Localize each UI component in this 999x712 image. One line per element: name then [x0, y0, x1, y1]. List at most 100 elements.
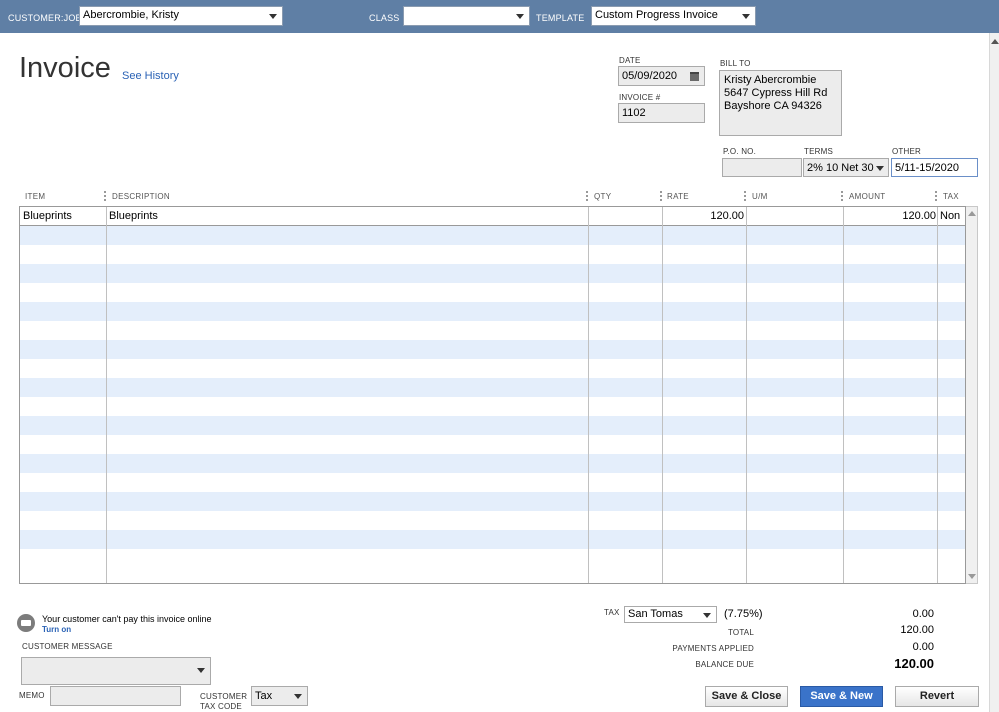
table-row[interactable] — [20, 416, 965, 435]
template-dropdown[interactable]: Custom Progress Invoice — [591, 6, 756, 26]
invoice-window: CUSTOMER:JOB Abercrombie, Kristy CLASS T… — [0, 0, 999, 712]
column-header-qty[interactable]: QTY — [594, 192, 611, 201]
terms-value: 2% 10 Net 30 — [807, 162, 874, 174]
tax-item-dropdown[interactable]: San Tomas — [624, 606, 717, 623]
table-row[interactable] — [20, 302, 965, 321]
date-label: DATE — [619, 56, 641, 65]
page-title: Invoice — [19, 52, 111, 84]
date-field[interactable]: 05/09/2020 — [618, 66, 705, 86]
column-header-description[interactable]: DESCRIPTION — [112, 192, 170, 201]
total-label: TOTAL — [727, 628, 754, 637]
online-payment-message: Your customer can't pay this invoice onl… — [42, 614, 212, 624]
column-divider[interactable] — [935, 191, 937, 201]
table-row[interactable] — [20, 549, 965, 568]
bill-to-line: Bayshore CA 94326 — [724, 100, 822, 112]
bill-to-line: Kristy Abercrombie — [724, 74, 817, 86]
tax-rate: (7.75%) — [724, 608, 763, 620]
column-line — [588, 207, 589, 583]
customer-job-dropdown[interactable]: Abercrombie, Kristy — [79, 6, 283, 26]
calendar-icon[interactable] — [690, 72, 699, 81]
scroll-up-icon[interactable] — [991, 39, 999, 44]
date-value: 05/09/2020 — [622, 70, 678, 82]
column-header-item[interactable]: ITEM — [25, 192, 45, 201]
header-bar: CUSTOMER:JOB Abercrombie, Kristy CLASS T… — [0, 0, 999, 33]
credit-card-icon — [17, 614, 35, 632]
item-table: Blueprints Blueprints 120.00 120.00 Non — [19, 206, 966, 584]
invoice-number-field[interactable]: 1102 — [618, 103, 705, 123]
column-line — [843, 207, 844, 583]
cell-tax[interactable]: Non — [940, 210, 960, 222]
table-row[interactable] — [20, 340, 965, 359]
memo-label: MEMO — [19, 691, 45, 700]
table-row[interactable] — [20, 378, 965, 397]
cell-item[interactable]: Blueprints — [23, 210, 72, 222]
po-number-field[interactable] — [722, 158, 802, 177]
chevron-down-icon — [269, 14, 277, 19]
cell-description[interactable]: Blueprints — [109, 210, 158, 222]
class-label: CLASS — [369, 13, 400, 23]
chevron-down-icon — [876, 166, 884, 171]
chevron-down-icon — [516, 14, 524, 19]
window-scrollbar[interactable] — [989, 33, 999, 712]
column-divider[interactable] — [104, 191, 106, 201]
balance-due-value: 120.00 — [894, 656, 934, 671]
chevron-down-icon — [703, 613, 711, 618]
template-label: TEMPLATE — [536, 13, 585, 23]
table-row[interactable] — [20, 492, 965, 511]
total-value: 120.00 — [900, 624, 934, 636]
cell-rate[interactable]: 120.00 — [710, 210, 744, 222]
customer-tax-code-label: CUSTOMER — [200, 692, 248, 701]
table-row[interactable] — [20, 530, 965, 549]
table-row[interactable] — [20, 264, 965, 283]
class-dropdown[interactable] — [403, 6, 530, 26]
bill-to-line: 5647 Cypress Hill Rd — [724, 87, 828, 99]
table-row[interactable] — [20, 511, 965, 530]
column-line — [662, 207, 663, 583]
table-row[interactable] — [20, 359, 965, 378]
customer-tax-code-dropdown[interactable]: Tax — [251, 686, 308, 706]
table-row[interactable] — [20, 245, 965, 264]
revert-button[interactable]: Revert — [895, 686, 979, 707]
table-row[interactable] — [20, 226, 965, 245]
column-divider[interactable] — [586, 191, 588, 201]
column-header-tax[interactable]: TAX — [943, 192, 959, 201]
other-field[interactable]: 5/11-15/2020 — [891, 158, 978, 177]
see-history-link[interactable]: See History — [122, 70, 179, 82]
column-header-rate[interactable]: RATE — [667, 192, 689, 201]
column-header-amount[interactable]: AMOUNT — [849, 192, 885, 201]
terms-dropdown[interactable]: 2% 10 Net 30 — [803, 158, 889, 177]
turn-on-link[interactable]: Turn on — [42, 625, 71, 634]
table-row[interactable] — [20, 397, 965, 416]
other-label: OTHER — [892, 147, 921, 156]
table-row[interactable] — [20, 321, 965, 340]
customer-tax-code-value: Tax — [255, 690, 273, 702]
table-row[interactable] — [20, 473, 965, 492]
terms-label: TERMS — [804, 147, 833, 156]
column-divider[interactable] — [841, 191, 843, 201]
column-line — [746, 207, 747, 583]
scroll-up-icon[interactable] — [968, 211, 976, 216]
bill-to-label: BILL TO — [720, 59, 751, 68]
customer-job-value: Abercrombie, Kristy — [83, 9, 179, 21]
customer-message-dropdown[interactable] — [21, 657, 211, 685]
cell-amount[interactable]: 120.00 — [902, 210, 936, 222]
bill-to-field[interactable]: Kristy Abercrombie 5647 Cypress Hill Rd … — [719, 70, 842, 136]
balance-due-label: BALANCE DUE — [695, 660, 754, 669]
column-divider[interactable] — [744, 191, 746, 201]
column-divider[interactable] — [660, 191, 662, 201]
payments-applied-value: 0.00 — [912, 641, 934, 653]
save-close-button[interactable]: Save & Close — [705, 686, 788, 707]
scroll-down-icon[interactable] — [968, 574, 976, 579]
po-number-label: P.O. NO. — [723, 147, 757, 156]
table-row[interactable]: Blueprints Blueprints 120.00 120.00 Non — [20, 207, 965, 226]
table-row[interactable] — [20, 283, 965, 302]
column-header-um[interactable]: U/M — [752, 192, 768, 201]
save-new-button[interactable]: Save & New — [800, 686, 883, 707]
tax-label: TAX — [604, 608, 620, 617]
table-row[interactable] — [20, 435, 965, 454]
invoice-number-label: INVOICE # — [619, 93, 661, 102]
column-line — [106, 207, 107, 583]
table-scrollbar[interactable] — [966, 206, 978, 584]
memo-field[interactable] — [50, 686, 181, 706]
table-row[interactable] — [20, 454, 965, 473]
